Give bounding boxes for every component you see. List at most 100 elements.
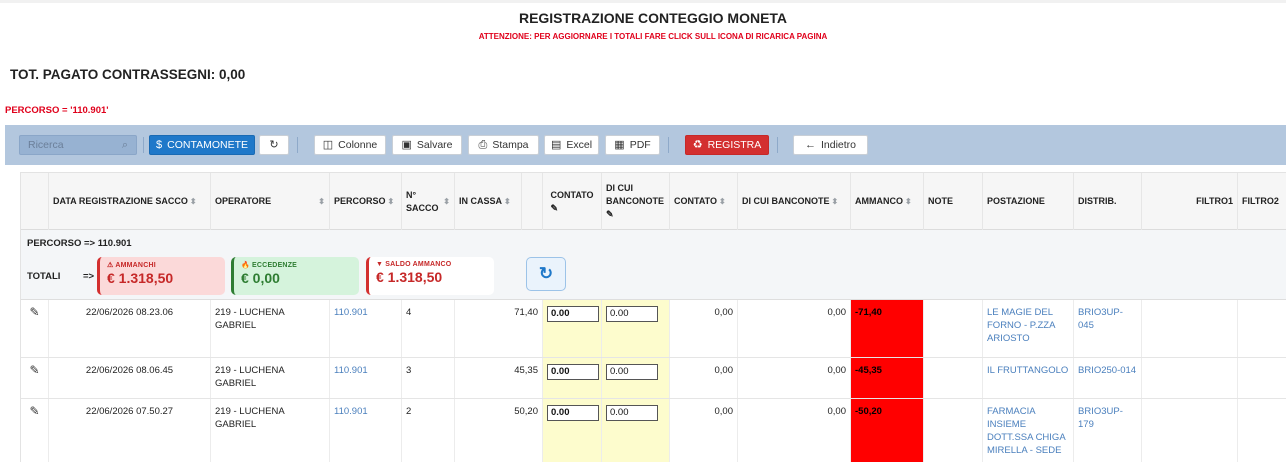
edit-row-button[interactable]: ✎ xyxy=(21,399,49,462)
save-icon: ▣ xyxy=(401,138,412,151)
col-operatore[interactable]: OPERATORE ⬍ xyxy=(211,173,330,230)
toolbar-separator xyxy=(668,137,669,153)
reload-totals-button[interactable]: ↻ xyxy=(526,257,566,291)
col-note[interactable]: NOTE xyxy=(924,173,983,230)
col-contato[interactable]: CONTATO ⬍ xyxy=(670,173,738,230)
toolbar-separator xyxy=(777,137,778,153)
cell-contato: 0,00 xyxy=(670,300,738,357)
pdf-icon: ▦ xyxy=(614,138,625,151)
col-dicui-banconote[interactable]: DI CUI BANCONOTE ⬍ xyxy=(738,173,851,230)
totali-label: TOTALI xyxy=(27,271,61,282)
arrow-left-icon: ← xyxy=(804,138,816,151)
cell-dicui-edit: 0.00 xyxy=(602,300,670,357)
contato-input[interactable]: 0.00 xyxy=(547,364,599,380)
sort-icon: ⬍ xyxy=(443,197,450,206)
refresh-button[interactable]: ↻ xyxy=(259,135,289,155)
col-spacer xyxy=(522,173,543,230)
page-warning: ATTENZIONE: PER AGGIORNARE I TOTALI FARE… xyxy=(478,32,828,41)
edit-row-button[interactable]: ✎ xyxy=(21,358,49,398)
edit-icon: ✎ xyxy=(29,305,40,319)
excel-button[interactable]: ▤ Excel xyxy=(544,135,599,155)
cell-ammanco: -45,35 xyxy=(851,358,924,398)
cell-distrib-link[interactable]: BRIO3UP-179 xyxy=(1074,399,1142,462)
print-icon: ⎙ xyxy=(478,138,488,151)
saldo-ammanco-value: € 1.318,50 xyxy=(376,269,443,285)
cell-percorso-link[interactable]: 110.901 xyxy=(330,300,402,357)
dicui-banconote-input[interactable]: 0.00 xyxy=(606,405,658,421)
sort-icon: ⬍ xyxy=(504,197,511,206)
cell-in-cassa: 71,40 xyxy=(455,300,543,357)
cell-postazione-link[interactable]: IL FRUTTANGOLO xyxy=(983,358,1074,398)
cell-percorso-link[interactable]: 110.901 xyxy=(330,358,402,398)
stampa-button[interactable]: ⎙ Stampa xyxy=(468,135,539,155)
search-placeholder: Ricerca xyxy=(28,139,64,151)
contamonete-button[interactable]: $ CONTAMONETE xyxy=(149,135,255,155)
sort-icon: ⬍ xyxy=(318,197,325,206)
cell-dicui-banconote: 0,00 xyxy=(738,358,851,398)
cell-contato-edit: 0.00 xyxy=(543,300,602,357)
col-postazione[interactable]: POSTAZIONE xyxy=(983,173,1074,230)
cell-contato: 0,00 xyxy=(670,399,738,462)
col-contato-edit[interactable]: CONTATO ✎ xyxy=(543,173,602,230)
col-distrib[interactable]: DISTRIB. xyxy=(1074,173,1142,230)
salvare-button[interactable]: ▣ Salvare xyxy=(392,135,462,155)
eccedenze-value: € 0,00 xyxy=(241,270,280,286)
indietro-button[interactable]: ← Indietro xyxy=(793,135,868,155)
cell-postazione-link[interactable]: LE MAGIE DEL FORNO - P.ZZA ARIOSTO xyxy=(983,300,1074,357)
cell-filtro1 xyxy=(1142,300,1238,357)
cell-n-sacco: 4 xyxy=(402,300,455,357)
cell-ammanco: -50,20 xyxy=(851,399,924,462)
cell-operatore: 219 - LUCHENA GABRIEL xyxy=(211,399,330,462)
col-percorso[interactable]: PERCORSO ⬍ xyxy=(330,173,402,230)
colonne-button[interactable]: ◫ Colonne xyxy=(314,135,386,155)
cell-filtro1 xyxy=(1142,399,1238,462)
col-ammanco[interactable]: AMMANCO ⬍ xyxy=(851,173,924,230)
dicui-banconote-input[interactable]: 0.00 xyxy=(606,306,658,322)
top-border xyxy=(0,0,1286,3)
cell-dicui-edit: 0.00 xyxy=(602,358,670,398)
pdf-button[interactable]: ▦ PDF xyxy=(605,135,660,155)
contato-input[interactable]: 0.00 xyxy=(547,405,599,421)
col-data-registrazione[interactable]: DATA REGISTRAZIONE SACCO ⬍ xyxy=(49,173,211,230)
edit-icon: ✎ xyxy=(550,203,559,213)
cell-dicui-edit: 0.00 xyxy=(602,399,670,462)
cell-n-sacco: 2 xyxy=(402,399,455,462)
cell-distrib-link[interactable]: BRIO3UP-045 xyxy=(1074,300,1142,357)
registra-button[interactable]: ♻ REGISTRA xyxy=(685,135,769,155)
col-in-cassa[interactable]: IN CASSA ⬍ xyxy=(455,173,522,230)
refresh-icon: ↻ xyxy=(269,138,279,151)
ammanchi-label: ⚠ AMMANCHI xyxy=(107,262,156,269)
table-row[interactable]: ✎ 22/06/2026 08.23.06 219 - LUCHENA GABR… xyxy=(21,300,1286,358)
search-input[interactable]: Ricerca ⌕ xyxy=(19,135,137,155)
cell-postazione-link[interactable]: FARMACIA INSIEME DOTT.SSA CHIGA MIRELLA … xyxy=(983,399,1074,462)
cell-dicui-banconote: 0,00 xyxy=(738,399,851,462)
eccedenze-card: 🔥 ECCEDENZE € 0,00 xyxy=(231,257,359,295)
contato-input[interactable]: 0.00 xyxy=(547,306,599,322)
saldo-ammanco-label: ▼ SALDO AMMANCO xyxy=(376,261,452,268)
grid-header: DATA REGISTRAZIONE SACCO ⬍ OPERATORE ⬍ PER… xyxy=(21,173,1286,230)
ammanchi-card: ⚠ AMMANCHI € 1.318,50 xyxy=(97,257,225,295)
col-filtro2[interactable]: FILTRO2 xyxy=(1238,173,1286,230)
sort-icon: ⬍ xyxy=(189,197,197,206)
edit-row-button[interactable]: ✎ xyxy=(21,300,49,357)
ammanchi-value: € 1.318,50 xyxy=(107,270,174,286)
cell-filtro2 xyxy=(1238,399,1286,462)
col-dicui-edit[interactable]: DI CUI BANCONOTE ✎ xyxy=(602,173,670,230)
cell-distrib-link[interactable]: BRIO250-014 xyxy=(1074,358,1142,398)
group-label: PERCORSO => 110.901 xyxy=(27,238,132,249)
cell-filtro2 xyxy=(1238,358,1286,398)
toolbar: Ricerca ⌕ $ CONTAMONETE ↻ ◫ Colonne ▣ Sa… xyxy=(5,125,1286,165)
cell-percorso-link[interactable]: 110.901 xyxy=(330,399,402,462)
cell-operatore: 219 - LUCHENA GABRIEL xyxy=(211,300,330,357)
table-row[interactable]: ✎ 22/06/2026 07.50.27 219 - LUCHENA GABR… xyxy=(21,399,1286,462)
cell-in-cassa: 45,35 xyxy=(455,358,543,398)
recycle-icon: ♻ xyxy=(692,138,703,151)
col-filtro1[interactable]: FILTRO1 xyxy=(1142,173,1238,230)
cell-note xyxy=(924,358,983,398)
cell-filtro1 xyxy=(1142,358,1238,398)
dicui-banconote-input[interactable]: 0.00 xyxy=(606,364,658,380)
cell-filtro2 xyxy=(1238,300,1286,357)
col-n-sacco[interactable]: N° SACCO ⬍ xyxy=(402,173,455,230)
cell-note xyxy=(924,399,983,462)
table-row[interactable]: ✎ 22/06/2026 08.06.45 219 - LUCHENA GABR… xyxy=(21,358,1286,399)
